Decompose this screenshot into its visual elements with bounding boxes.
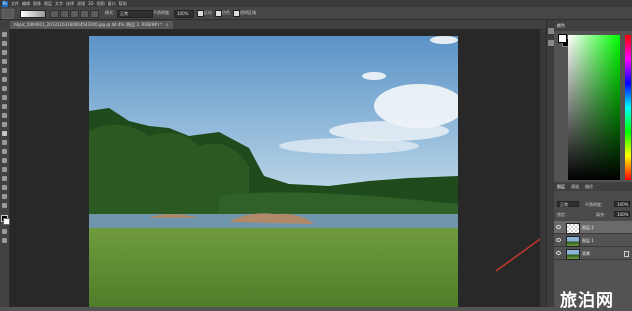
menu-help[interactable]: 帮助 [119,0,127,7]
right-panels: 颜色 图层 通道 路径 正常 不透明度: 100% 锁定: 填充: 100% 图… [554,20,632,307]
reflected-gradient-icon[interactable] [80,10,89,18]
tab-channels[interactable]: 通道 [571,184,579,190]
layer-thumbnail [566,236,580,247]
reverse-label: 反向 [204,10,212,15]
fill-label: 填充: [596,212,606,217]
layer-thumbnail [566,223,580,234]
options-bar: 模式: 正常 不透明度: 100% 反向 仿色 透明区域 [0,7,632,20]
screen-mode-icon[interactable] [2,238,7,243]
layer-name: 图层 1 [582,238,594,243]
brush-tool-icon[interactable] [2,95,7,100]
menu-window[interactable]: 窗口 [108,0,116,7]
landscape-photo [89,36,458,307]
eraser-tool-icon[interactable] [2,122,7,127]
lasso-tool-icon[interactable] [2,50,7,55]
tab-layers[interactable]: 图层 [557,184,565,190]
menu-layer[interactable]: 图层 [44,0,52,7]
mode-label: 模式: [105,10,115,15]
gradient-tool-preset[interactable] [2,9,14,19]
document-tab[interactable]: hbpic_5094611_20131103160004543200.jpg @… [10,21,173,29]
marquee-tool-icon[interactable] [2,41,7,46]
menu-edit[interactable]: 编辑 [22,0,30,7]
type-tool-icon[interactable] [2,167,7,172]
tab-paths[interactable]: 路径 [585,184,593,190]
fill-field[interactable]: 100% [614,211,630,217]
layer-row[interactable]: 背景 [554,247,632,260]
photoshop-logo: Ps [2,0,8,7]
color-tab[interactable]: 颜色 [557,23,565,29]
gradient-picker[interactable] [20,10,46,18]
layer-opacity-label: 不透明度: [585,202,603,207]
tools-panel [0,29,10,307]
history-brush-tool-icon[interactable] [2,113,7,118]
menu-select[interactable]: 选择 [66,0,74,7]
angle-gradient-icon[interactable] [70,10,79,18]
document-image[interactable] [89,36,458,307]
eyedropper-tool-icon[interactable] [2,77,7,82]
diamond-gradient-icon[interactable] [90,10,99,18]
hue-slider[interactable] [625,35,631,180]
menu-bar: Ps 文件 编辑 图像 图层 文字 选择 滤镜 3D 视图 窗口 帮助 [0,0,632,7]
hand-tool-icon[interactable] [2,194,7,199]
radial-gradient-icon[interactable] [60,10,69,18]
dodge-tool-icon[interactable] [2,149,7,154]
close-icon[interactable]: × [165,22,168,27]
layer-row[interactable]: 图层 2 [554,221,632,234]
move-tool-icon[interactable] [2,32,7,37]
mode-select[interactable]: 正常 [117,10,153,18]
layers-panel-tabs: 图层 通道 路径 [554,182,632,191]
panel-foreground-swatch[interactable] [558,34,567,43]
transparency-checkbox[interactable] [233,10,240,17]
menu-image[interactable]: 图像 [33,0,41,7]
zoom-tool-icon[interactable] [2,203,7,208]
layer-thumbnail [566,249,580,260]
linear-gradient-icon[interactable] [50,10,59,18]
menu-view[interactable]: 视图 [97,0,105,7]
path-select-tool-icon[interactable] [2,176,7,181]
layer-name: 背景 [582,251,590,256]
menu-filter[interactable]: 滤镜 [77,0,85,7]
blend-mode-select[interactable]: 正常 [557,201,579,207]
quick-select-tool-icon[interactable] [2,59,7,64]
layer-row[interactable]: 图层 1 [554,234,632,247]
color-picker-field[interactable] [568,35,620,180]
lock-label: 锁定: [557,212,567,217]
pen-tool-icon[interactable] [2,158,7,163]
dither-label: 仿色 [222,10,230,15]
layer-name: 图层 2 [582,225,594,230]
reverse-checkbox[interactable] [197,10,204,17]
transparency-label: 透明区域 [240,10,256,15]
menu-file[interactable]: 文件 [11,0,19,7]
opacity-label: 不透明度: [153,10,171,15]
clone-stamp-tool-icon[interactable] [2,104,7,109]
gradient-tool-icon[interactable] [2,131,7,136]
document-tab-bar: hbpic_5094611_20131103160004543200.jpg @… [0,20,552,29]
document-title: hbpic_5094611_20131103160004543200.jpg @… [14,22,163,27]
lock-icon [624,251,629,257]
background-color-swatch[interactable] [3,218,10,225]
watermark: 旅泊网 [560,291,614,311]
visibility-eye-icon[interactable] [556,238,561,242]
shape-tool-icon[interactable] [2,185,7,190]
layer-opacity-field[interactable]: 100% [614,201,630,207]
crop-tool-icon[interactable] [2,68,7,73]
menu-type[interactable]: 文字 [55,0,63,7]
blur-tool-icon[interactable] [2,140,7,145]
menu-3d[interactable]: 3D [88,0,94,7]
visibility-eye-icon[interactable] [556,225,561,229]
quick-mask-icon[interactable] [2,229,7,234]
healing-brush-tool-icon[interactable] [2,86,7,91]
visibility-eye-icon[interactable] [556,251,561,255]
opacity-field[interactable]: 100% [174,10,194,18]
color-panel-header: 颜色 [554,20,632,31]
dither-checkbox[interactable] [215,10,222,17]
